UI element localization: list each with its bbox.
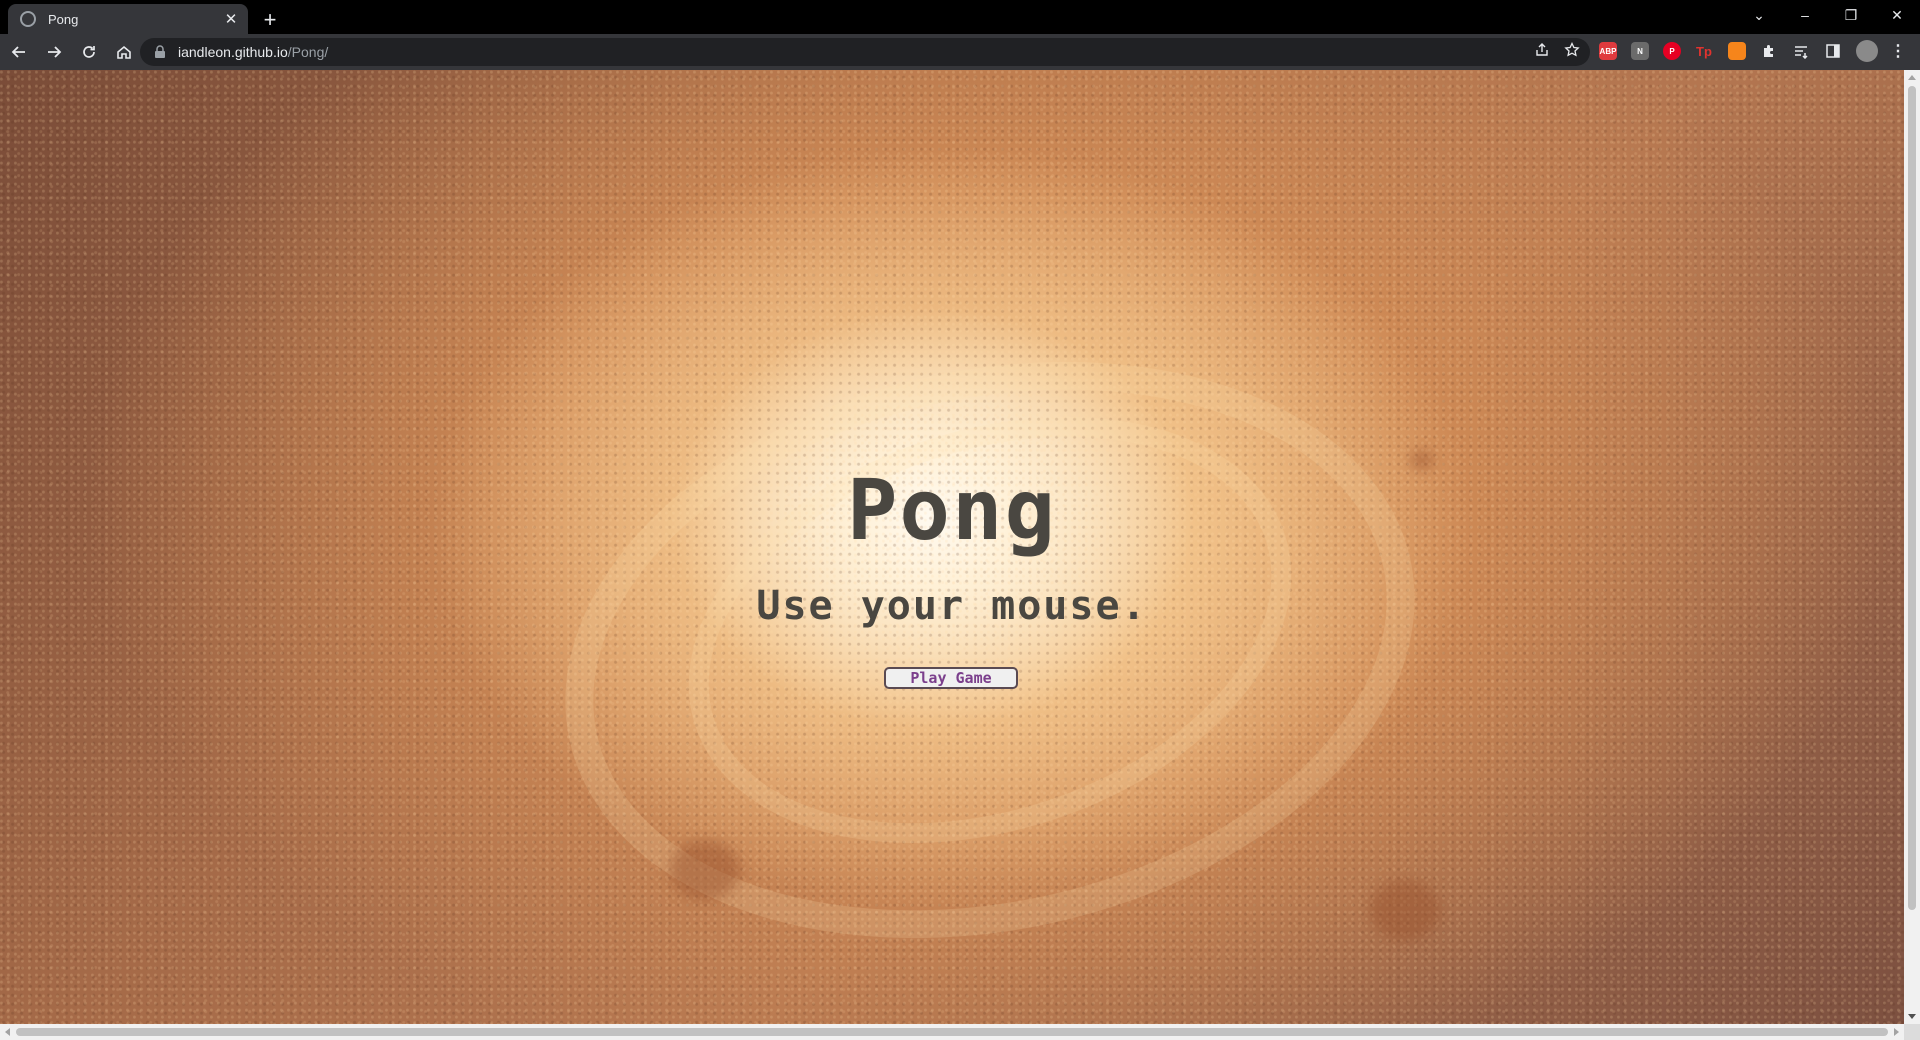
close-window-button[interactable]: ✕ [1874,0,1920,30]
play-game-button[interactable]: Play Game [884,667,1018,689]
bookmark-star-icon[interactable] [1564,42,1580,58]
side-panel-icon[interactable] [1824,42,1842,60]
notion-icon[interactable]: N [1631,42,1649,60]
new-tab-button[interactable]: + [256,6,284,34]
globe-icon [20,11,36,27]
adblock-plus-icon[interactable]: ABP [1599,42,1617,60]
forward-arrow-icon [48,46,62,58]
home-icon [117,45,131,59]
metamask-icon[interactable] [1728,42,1746,60]
scroll-up-arrow-icon[interactable] [1908,75,1916,80]
lock-icon [155,45,165,58]
horizontal-scroll-thumb[interactable] [16,1028,1888,1036]
reading-list-icon[interactable] [1792,42,1810,60]
horizontal-scrollbar[interactable] [0,1024,1904,1040]
browser-menu-icon[interactable]: ⋮ [1889,42,1907,60]
address-bar[interactable]: iandleon.github.io/Pong/ [140,38,1590,66]
instructions-text: Use your mouse. [756,583,1148,629]
tp-icon[interactable]: Tp [1695,42,1713,60]
scrollbar-corner [1904,1024,1920,1040]
extensions-puzzle-icon[interactable] [1760,42,1778,60]
profile-avatar[interactable] [1856,40,1878,62]
back-button[interactable] [3,37,35,67]
forward-button[interactable] [38,37,70,67]
vertical-scroll-thumb[interactable] [1908,86,1916,910]
page-title: Pong [846,461,1058,559]
back-arrow-icon [11,46,25,58]
start-screen: Pong Use your mouse. Play Game [0,70,1904,1024]
tab-strip: Pong ✕ + ⌄ – ❐ ✕ [0,0,1920,34]
tab-title: Pong [48,11,79,27]
url-host: iandleon.github.io [178,44,288,60]
scroll-left-arrow-icon[interactable] [5,1028,10,1036]
pinterest-icon[interactable]: P [1663,42,1681,60]
reload-button[interactable] [73,37,105,67]
page-viewport: Pong Use your mouse. Play Game [0,70,1904,1024]
tab-search-icon[interactable]: ⌄ [1736,0,1782,30]
restore-button[interactable]: ❐ [1828,0,1874,30]
minimize-button[interactable]: – [1782,0,1828,30]
tab-close-icon[interactable]: ✕ [222,10,240,28]
scroll-down-arrow-icon[interactable] [1908,1014,1916,1019]
home-button[interactable] [108,37,140,67]
share-icon[interactable] [1534,42,1550,58]
tab-pong[interactable]: Pong ✕ [8,4,248,34]
url-path: /Pong/ [287,44,329,60]
reload-icon [83,46,95,58]
vertical-scrollbar[interactable] [1904,70,1920,1024]
scroll-right-arrow-icon[interactable] [1894,1028,1899,1036]
